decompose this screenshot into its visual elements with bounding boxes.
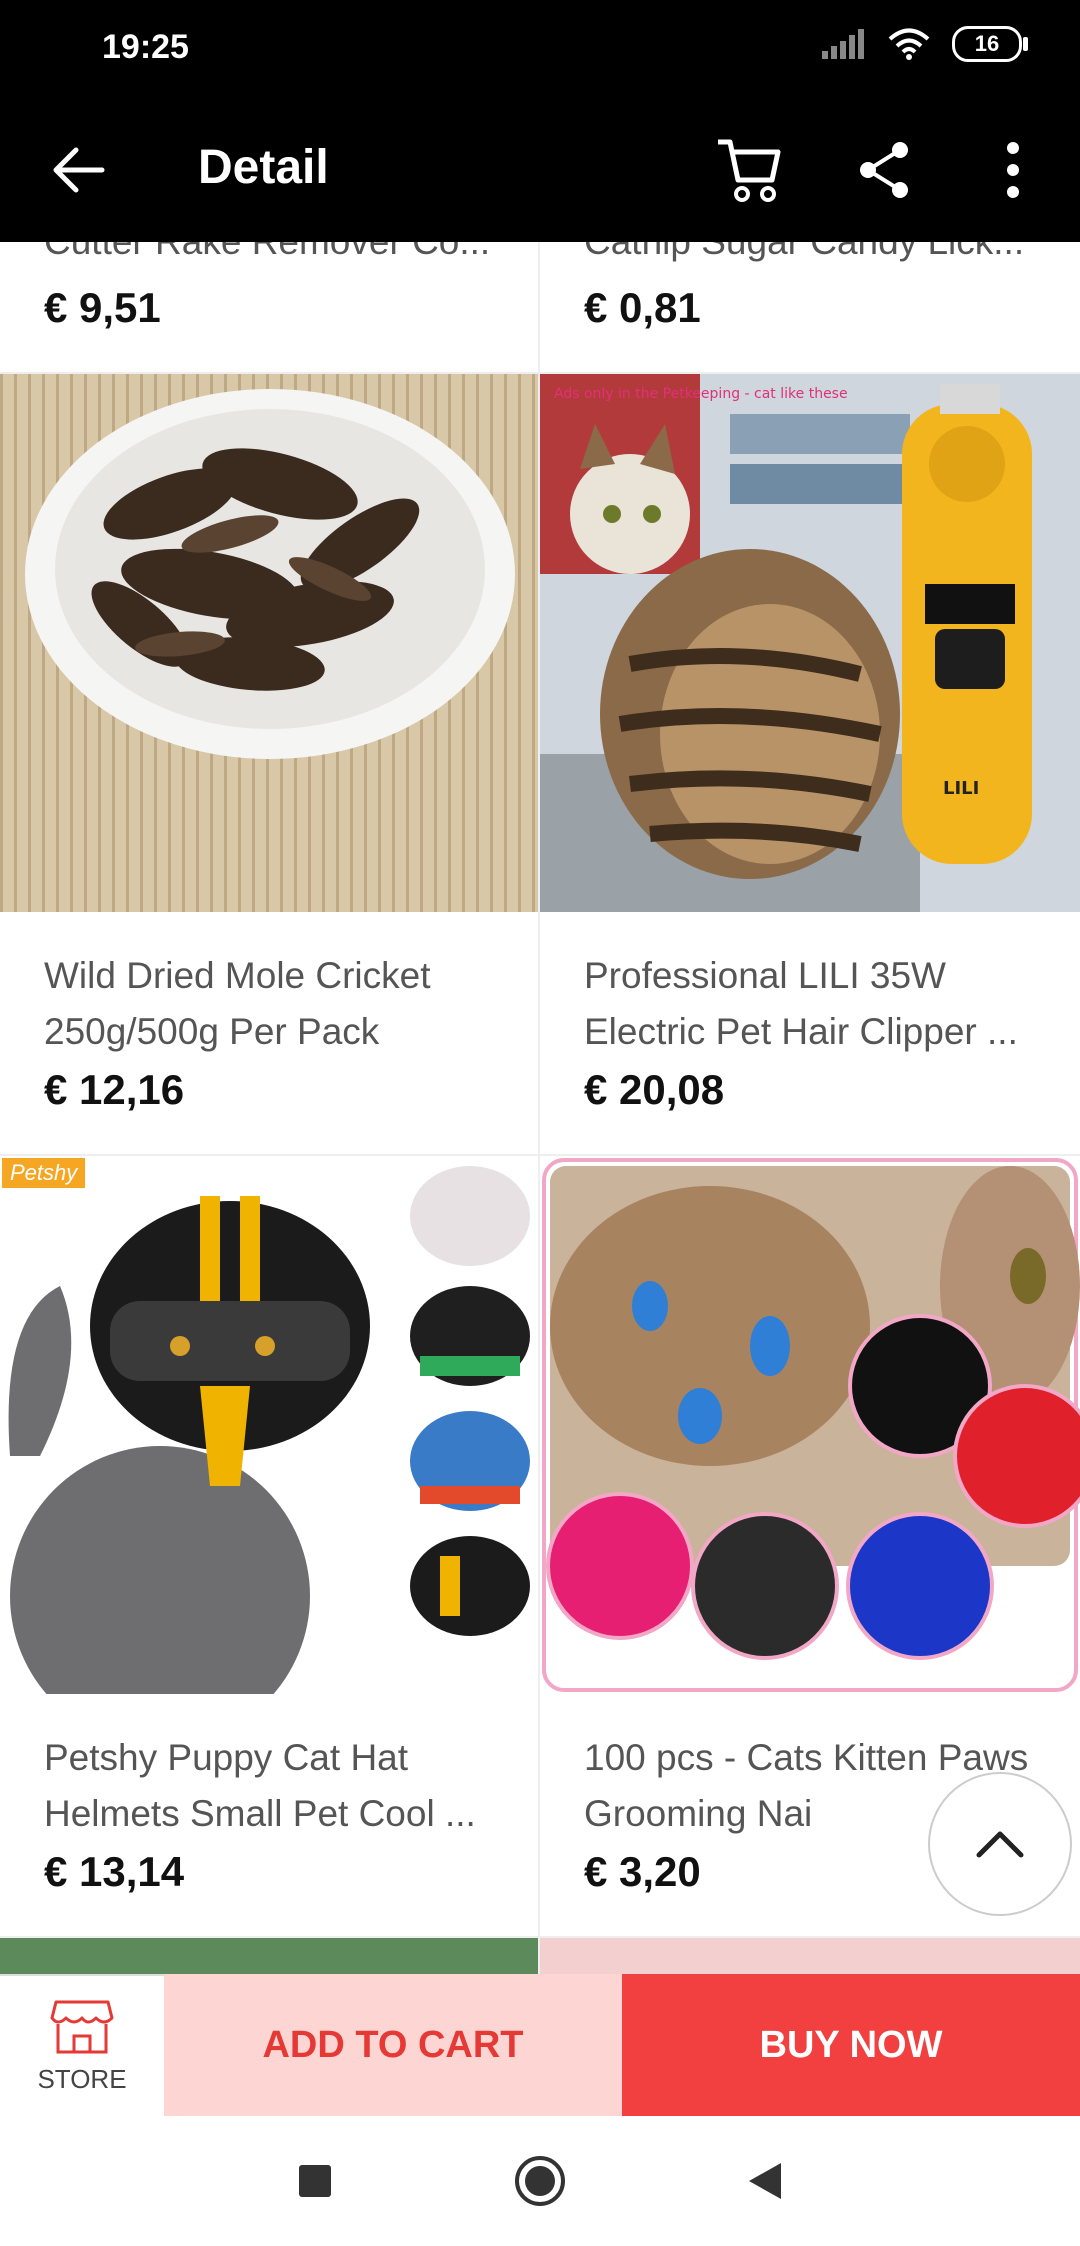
back-triangle-icon[interactable] bbox=[747, 2161, 783, 2201]
add-to-cart-button[interactable]: ADD TO CART bbox=[164, 1974, 622, 2116]
store-label: STORE bbox=[37, 2063, 127, 2094]
home-circle-icon[interactable] bbox=[513, 2154, 567, 2208]
chevron-up-icon bbox=[976, 1831, 1024, 1858]
product-price: € 13,14 bbox=[44, 1848, 185, 1895]
bottom-action-bar: STORE ADD TO CART BUY NOW bbox=[0, 1974, 1080, 2116]
product-price: € 9,51 bbox=[44, 284, 161, 331]
recents-square-icon[interactable] bbox=[297, 2163, 333, 2199]
product-price: € 20,08 bbox=[584, 1066, 725, 1113]
cat-helmet-image bbox=[0, 1156, 538, 1694]
product-card[interactable] bbox=[540, 1938, 1080, 1974]
scroll-to-top-button[interactable] bbox=[928, 1772, 1072, 1916]
product-card[interactable]: Wild Dried Mole Cricket 250g/500g Per Pa… bbox=[0, 374, 538, 1154]
product-image[interactable] bbox=[0, 374, 538, 912]
product-card[interactable]: Ads only in the Petkeeping - cat like th… bbox=[540, 374, 1080, 1154]
dried-cricket-image bbox=[0, 374, 538, 912]
product-name: Cutter Rake Remover Co... bbox=[44, 242, 498, 270]
status-bar: 19:25 16 bbox=[0, 0, 1080, 100]
product-card[interactable]: Petshy Petshy Puppy Cat Hat Helmets Smal… bbox=[0, 1156, 538, 1936]
share-icon[interactable] bbox=[856, 140, 912, 200]
product-price: € 12,16 bbox=[44, 1066, 185, 1113]
battery-level: 16 bbox=[974, 31, 1000, 56]
product-card[interactable]: Catnip Sugar Candy Lick... € 0,81 bbox=[540, 242, 1080, 372]
battery-indicator: 16 bbox=[952, 26, 1028, 62]
buy-now-button[interactable]: BUY NOW bbox=[622, 1974, 1080, 2116]
product-price: € 3,20 bbox=[584, 1848, 701, 1895]
product-card[interactable] bbox=[0, 1938, 538, 1974]
product-name: Professional LILI 35W Electric Pet Hair … bbox=[584, 955, 1018, 1052]
signal-icon bbox=[822, 29, 864, 59]
status-icons: 16 bbox=[822, 26, 1028, 62]
store-icon bbox=[50, 2000, 114, 2053]
nail-caps-image bbox=[542, 1158, 1080, 1692]
clipper-brand-label: LILI bbox=[943, 778, 979, 799]
product-name: Petshy Puppy Cat Hat Helmets Small Pet C… bbox=[44, 1737, 476, 1834]
product-image[interactable] bbox=[540, 1156, 1080, 1694]
product-image[interactable]: Ads only in the Petkeeping - cat like th… bbox=[540, 374, 1080, 912]
page-title: Detail bbox=[198, 141, 329, 194]
system-nav-bar bbox=[0, 2116, 1080, 2246]
product-name: Wild Dried Mole Cricket 250g/500g Per Pa… bbox=[44, 955, 431, 1052]
product-price: € 0,81 bbox=[584, 284, 701, 331]
back-arrow-icon[interactable] bbox=[50, 142, 106, 198]
more-vertical-icon[interactable] bbox=[998, 140, 1028, 200]
cart-icon[interactable] bbox=[714, 136, 784, 206]
product-grid: Cutter Rake Remover Co... € 9,51 Catnip … bbox=[0, 242, 1080, 1974]
app-bar: Detail bbox=[0, 100, 1080, 242]
wifi-icon bbox=[888, 28, 930, 60]
product-image[interactable]: Petshy bbox=[0, 1156, 538, 1694]
product-name: Catnip Sugar Candy Lick... bbox=[584, 242, 1040, 270]
hair-clipper-image: Ads only in the Petkeeping - cat like th… bbox=[540, 374, 1080, 912]
brand-badge: Petshy bbox=[2, 1158, 86, 1188]
product-card[interactable]: Cutter Rake Remover Co... € 9,51 bbox=[0, 242, 538, 372]
image-overlay-text: Ads only in the Petkeeping - cat like th… bbox=[554, 386, 848, 402]
status-time: 19:25 bbox=[102, 28, 189, 66]
store-button[interactable]: STORE bbox=[0, 1974, 164, 2116]
